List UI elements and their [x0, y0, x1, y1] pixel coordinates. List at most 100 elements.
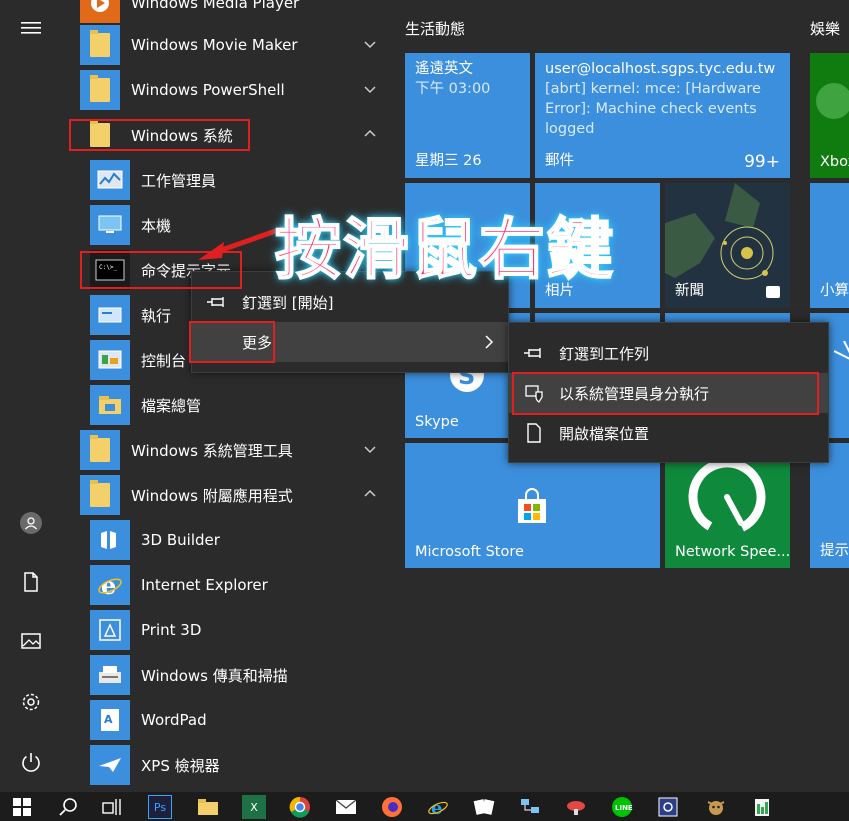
file-explorer-taskbar-icon[interactable]: [196, 795, 220, 819]
skype-tile-name: Skype: [415, 414, 459, 430]
mail-subject-2: Error]: Machine check events: [545, 101, 757, 117]
app-item-windows-media-player[interactable]: Windows Media Player: [80, 0, 390, 24]
news-tile[interactable]: 新聞: [665, 183, 790, 308]
app-item-file-explorer[interactable]: 檔案總管: [90, 384, 390, 426]
chrome-icon[interactable]: [288, 795, 312, 819]
app-label: Print 3D: [141, 621, 202, 639]
app-item-wordpad[interactable]: A WordPad: [90, 699, 390, 741]
file-icon: [523, 422, 545, 444]
news-badge-icon: [766, 286, 780, 298]
satellite-icon[interactable]: [564, 795, 588, 819]
app-item-fax-and-scan[interactable]: Windows 傳真和掃描: [90, 654, 390, 696]
store-tile-name: Microsoft Store: [415, 544, 524, 560]
app-label: Windows Media Player: [131, 0, 300, 12]
app-label: Windows 附屬應用程式: [131, 486, 293, 505]
internet-explorer-icon: e: [90, 565, 130, 605]
menu-item-pin-to-taskbar[interactable]: 釘選到工作列: [509, 333, 828, 373]
power-icon[interactable]: [11, 742, 51, 782]
run-icon: [90, 295, 130, 335]
task-view-icon[interactable]: [100, 795, 124, 819]
app-label: 本機: [141, 216, 172, 235]
3d-builder-icon: [90, 520, 130, 560]
line-icon[interactable]: LINE: [610, 795, 634, 819]
pictures-icon[interactable]: [11, 621, 51, 661]
chevron-down-icon[interactable]: [362, 36, 378, 52]
documents-icon[interactable]: [11, 562, 51, 602]
app-item-windows-movie-maker[interactable]: Windows Movie Maker: [80, 24, 390, 66]
svg-text:LINE: LINE: [615, 804, 633, 812]
chevron-down-icon[interactable]: [362, 441, 378, 457]
search-icon[interactable]: [56, 795, 80, 819]
mascot-app-icon[interactable]: [704, 795, 728, 819]
fax-scan-icon: [90, 655, 130, 695]
folder-icon: [80, 70, 120, 110]
menu-item-open-file-location[interactable]: 開啟檔案位置: [509, 413, 828, 453]
mail-icon[interactable]: [334, 795, 358, 819]
network-icon[interactable]: [518, 795, 542, 819]
mail-subject-1: [abrt] kernel: mce: [Hardware: [545, 81, 761, 97]
print-3d-icon: [90, 610, 130, 650]
arrow-icon: [834, 341, 849, 360]
hamburger-menu-icon[interactable]: [11, 8, 51, 48]
app-item-windows-accessories[interactable]: Windows 附屬應用程式: [80, 474, 390, 516]
xps-viewer-icon: [90, 745, 130, 785]
app-label: Windows PowerShell: [131, 81, 285, 99]
firefox-icon[interactable]: [380, 795, 404, 819]
user-icon[interactable]: [11, 503, 51, 543]
wordpad-icon: A: [90, 700, 130, 740]
app-label: 控制台: [141, 351, 187, 370]
start-rail: [0, 0, 62, 792]
xbox-icon: [816, 83, 849, 119]
folder-icon: [80, 475, 120, 515]
photoshop-icon[interactable]: Ps: [148, 795, 172, 819]
chevron-up-icon[interactable]: [362, 126, 378, 142]
excel-icon[interactable]: X: [242, 795, 266, 819]
chevron-down-icon[interactable]: [362, 81, 378, 97]
calendar-tile[interactable]: 遙遠英文 下午 03:00 星期三 26: [405, 53, 530, 178]
app-item-windows-admin-tools[interactable]: Windows 系統管理工具: [80, 429, 390, 471]
remote-app-icon[interactable]: [656, 795, 680, 819]
pin-icon: [523, 342, 545, 364]
mail-sender: user@localhost.sgps.tyc.edu.tw: [545, 61, 776, 77]
app-item-internet-explorer[interactable]: e Internet Explorer: [90, 564, 390, 606]
internet-explorer-taskbar-icon[interactable]: e: [426, 795, 450, 819]
app-item-xps-viewer[interactable]: XPS 檢視器: [90, 744, 390, 786]
group-title-entertainment: 娛樂: [810, 20, 841, 38]
folder-icon: [80, 25, 120, 65]
app-label: XPS 檢視器: [141, 756, 220, 775]
pin-icon: [206, 291, 228, 313]
taskbar: Ps X e LINE: [0, 792, 849, 821]
news-tile-name: 新聞: [675, 283, 704, 299]
solitaire-icon[interactable]: [472, 795, 496, 819]
app-item-print-3d[interactable]: Print 3D: [90, 609, 390, 651]
mail-subject-3: logged: [545, 121, 595, 137]
mail-unread-count: 99+: [744, 152, 780, 172]
highlight-more: [189, 321, 275, 363]
calendar-date: 星期三 26: [415, 153, 482, 169]
speed-gauge-icon: [688, 458, 766, 536]
app-item-3d-builder[interactable]: 3D Builder: [90, 519, 390, 561]
xbox-tile-name: Xbox: [820, 154, 849, 170]
app-item-task-manager[interactable]: 工作管理員: [90, 159, 390, 201]
chevron-up-icon[interactable]: [362, 486, 378, 502]
app-label: 執行: [141, 306, 172, 325]
calculator-tile[interactable]: 小算: [810, 183, 849, 308]
notepad-app-icon[interactable]: [750, 795, 774, 819]
annotation-text: 按滑鼠右鍵: [274, 210, 615, 289]
calculator-tile-name: 小算: [820, 283, 849, 299]
store-icon: [518, 488, 546, 523]
app-label: 工作管理員: [141, 171, 217, 190]
app-item-windows-powershell[interactable]: Windows PowerShell: [80, 69, 390, 111]
menu-label: 釘選到工作列: [559, 344, 650, 363]
group-title-live: 生活動態: [405, 20, 466, 38]
media-player-icon: [80, 0, 120, 23]
menu-label: 開啟檔案位置: [559, 424, 650, 443]
app-label: Windows Movie Maker: [131, 36, 298, 54]
control-panel-icon: [90, 340, 130, 380]
xbox-tile[interactable]: Xbox: [810, 53, 849, 178]
app-label: Windows 系統管理工具: [131, 441, 293, 460]
windows-start-icon[interactable]: [10, 795, 34, 819]
chevron-right-icon: [485, 335, 494, 349]
settings-icon[interactable]: [11, 682, 51, 722]
mail-tile[interactable]: user@localhost.sgps.tyc.edu.tw [abrt] ke…: [535, 53, 790, 178]
